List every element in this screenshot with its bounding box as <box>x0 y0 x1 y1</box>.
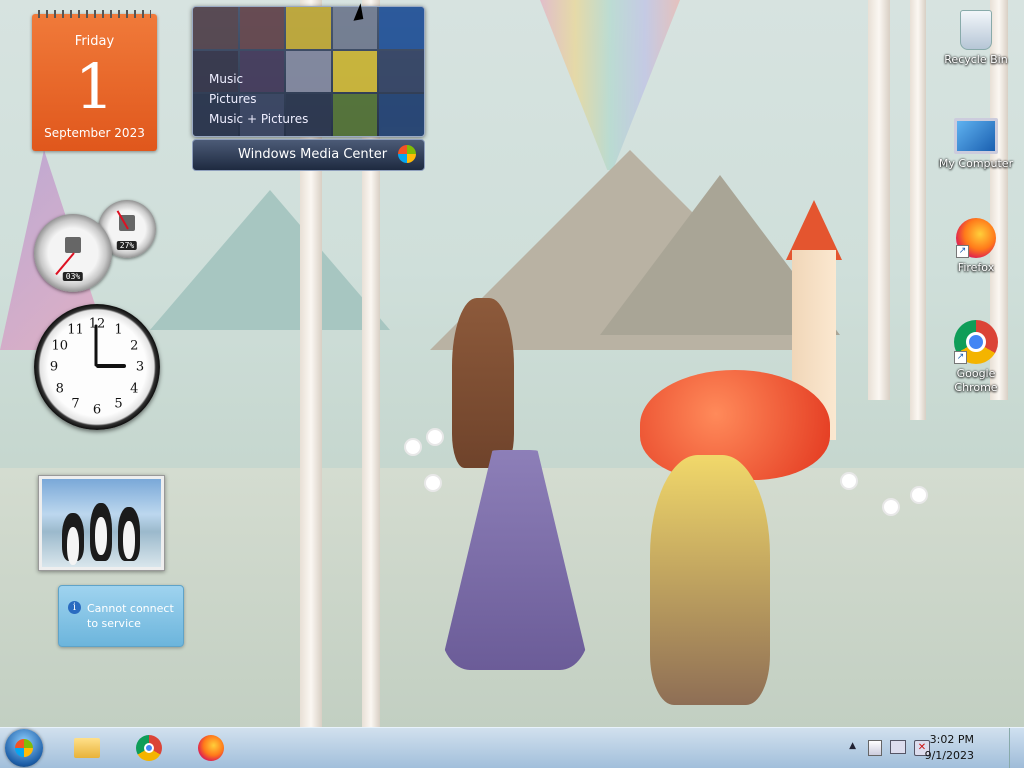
windows-logo-icon <box>15 739 33 757</box>
taskbar-firefox[interactable] <box>184 731 238 765</box>
taskbar-file-explorer[interactable] <box>60 731 114 765</box>
calendar-gadget[interactable]: Friday 1 September 2023 <box>32 10 157 151</box>
show-desktop-button[interactable] <box>1009 728 1024 768</box>
media-center-title: Windows Media Center <box>238 147 388 162</box>
network-icon[interactable] <box>890 740 906 754</box>
taskbar-chrome[interactable] <box>122 731 176 765</box>
desktop-icon-my-computer[interactable]: My Computer <box>936 112 1016 171</box>
media-menu-music[interactable]: Music <box>209 69 308 89</box>
chrome-icon: ↗ <box>954 320 998 364</box>
show-hidden-icons-button[interactable]: ▲ <box>849 741 856 751</box>
shortcut-arrow-icon: ↗ <box>954 351 967 364</box>
weather-gadget[interactable]: i Cannot connect to service <box>58 585 184 647</box>
hour-hand <box>96 364 126 368</box>
clock-numeral: 11 <box>67 322 84 338</box>
taskbar: ▲ ✕ 3:02 PM 9/1/2023 <box>0 727 1024 768</box>
minute-hand <box>94 324 98 367</box>
file-explorer-icon <box>74 738 100 758</box>
taskbar-date: 9/1/2023 <box>924 749 974 762</box>
clock-numeral: 8 <box>55 381 64 396</box>
clock-gadget[interactable]: 121234567891011 <box>34 304 160 430</box>
slideshow-gadget[interactable] <box>38 475 165 571</box>
computer-icon <box>954 118 998 154</box>
desktop-icon-label: Recycle Bin <box>944 53 1008 66</box>
media-center-launch-bar[interactable]: Windows Media Center <box>192 139 425 171</box>
desktop-icon-label: Firefox <box>957 261 995 274</box>
action-center-flag-icon[interactable] <box>868 740 882 756</box>
start-button[interactable] <box>5 729 43 767</box>
desktop-icon-label: Google Chrome <box>954 367 998 394</box>
shortcut-arrow-icon: ↗ <box>956 245 969 258</box>
clock-numeral: 2 <box>130 338 139 353</box>
recycle-bin-icon <box>960 10 992 50</box>
calendar-month-year: September 2023 <box>44 126 145 140</box>
clock-numeral: 4 <box>130 381 139 396</box>
clock-numeral: 10 <box>51 338 69 353</box>
media-menu-music-pictures[interactable]: Music + Pictures <box>209 109 308 129</box>
clock-numeral: 1 <box>114 322 123 338</box>
clock-numeral: 6 <box>92 402 102 418</box>
cpu-percent: 03% <box>62 272 84 282</box>
desktop-icon-recycle-bin[interactable]: Recycle Bin <box>936 10 1016 67</box>
taskbar-clock[interactable]: 3:02 PM 9/1/2023 <box>925 732 974 764</box>
calendar-day-number: 1 <box>74 50 115 123</box>
desktop-icon-google-chrome[interactable]: ↗ Google Chrome <box>936 320 1016 395</box>
media-center-gadget[interactable]: Music Pictures Music + Pictures <box>192 6 425 137</box>
calendar-weekday: Friday <box>74 34 115 49</box>
firefox-icon: ↗ <box>956 218 996 258</box>
memory-percent: 27% <box>116 240 138 250</box>
penguins-photo <box>42 479 161 567</box>
clock-numeral: 5 <box>114 396 123 412</box>
clock-numeral: 3 <box>135 359 145 375</box>
windows-logo-icon <box>398 145 416 163</box>
calendar-rings <box>38 10 151 18</box>
cpu-meter[interactable]: 03% <box>34 214 112 292</box>
clock-numeral: 9 <box>49 359 59 375</box>
firefox-icon <box>198 735 224 761</box>
media-menu-pictures[interactable]: Pictures <box>209 89 308 109</box>
desktop-icon-firefox[interactable]: ↗ Firefox <box>936 218 1016 275</box>
weather-error-message: Cannot connect to service <box>87 602 174 630</box>
chrome-icon <box>136 735 162 761</box>
cpu-chip-icon <box>65 237 81 254</box>
desktop-icon-label: My Computer <box>938 157 1014 170</box>
taskbar-time: 3:02 PM <box>929 733 974 746</box>
info-icon: i <box>68 601 81 614</box>
clock-numeral: 7 <box>71 396 80 412</box>
